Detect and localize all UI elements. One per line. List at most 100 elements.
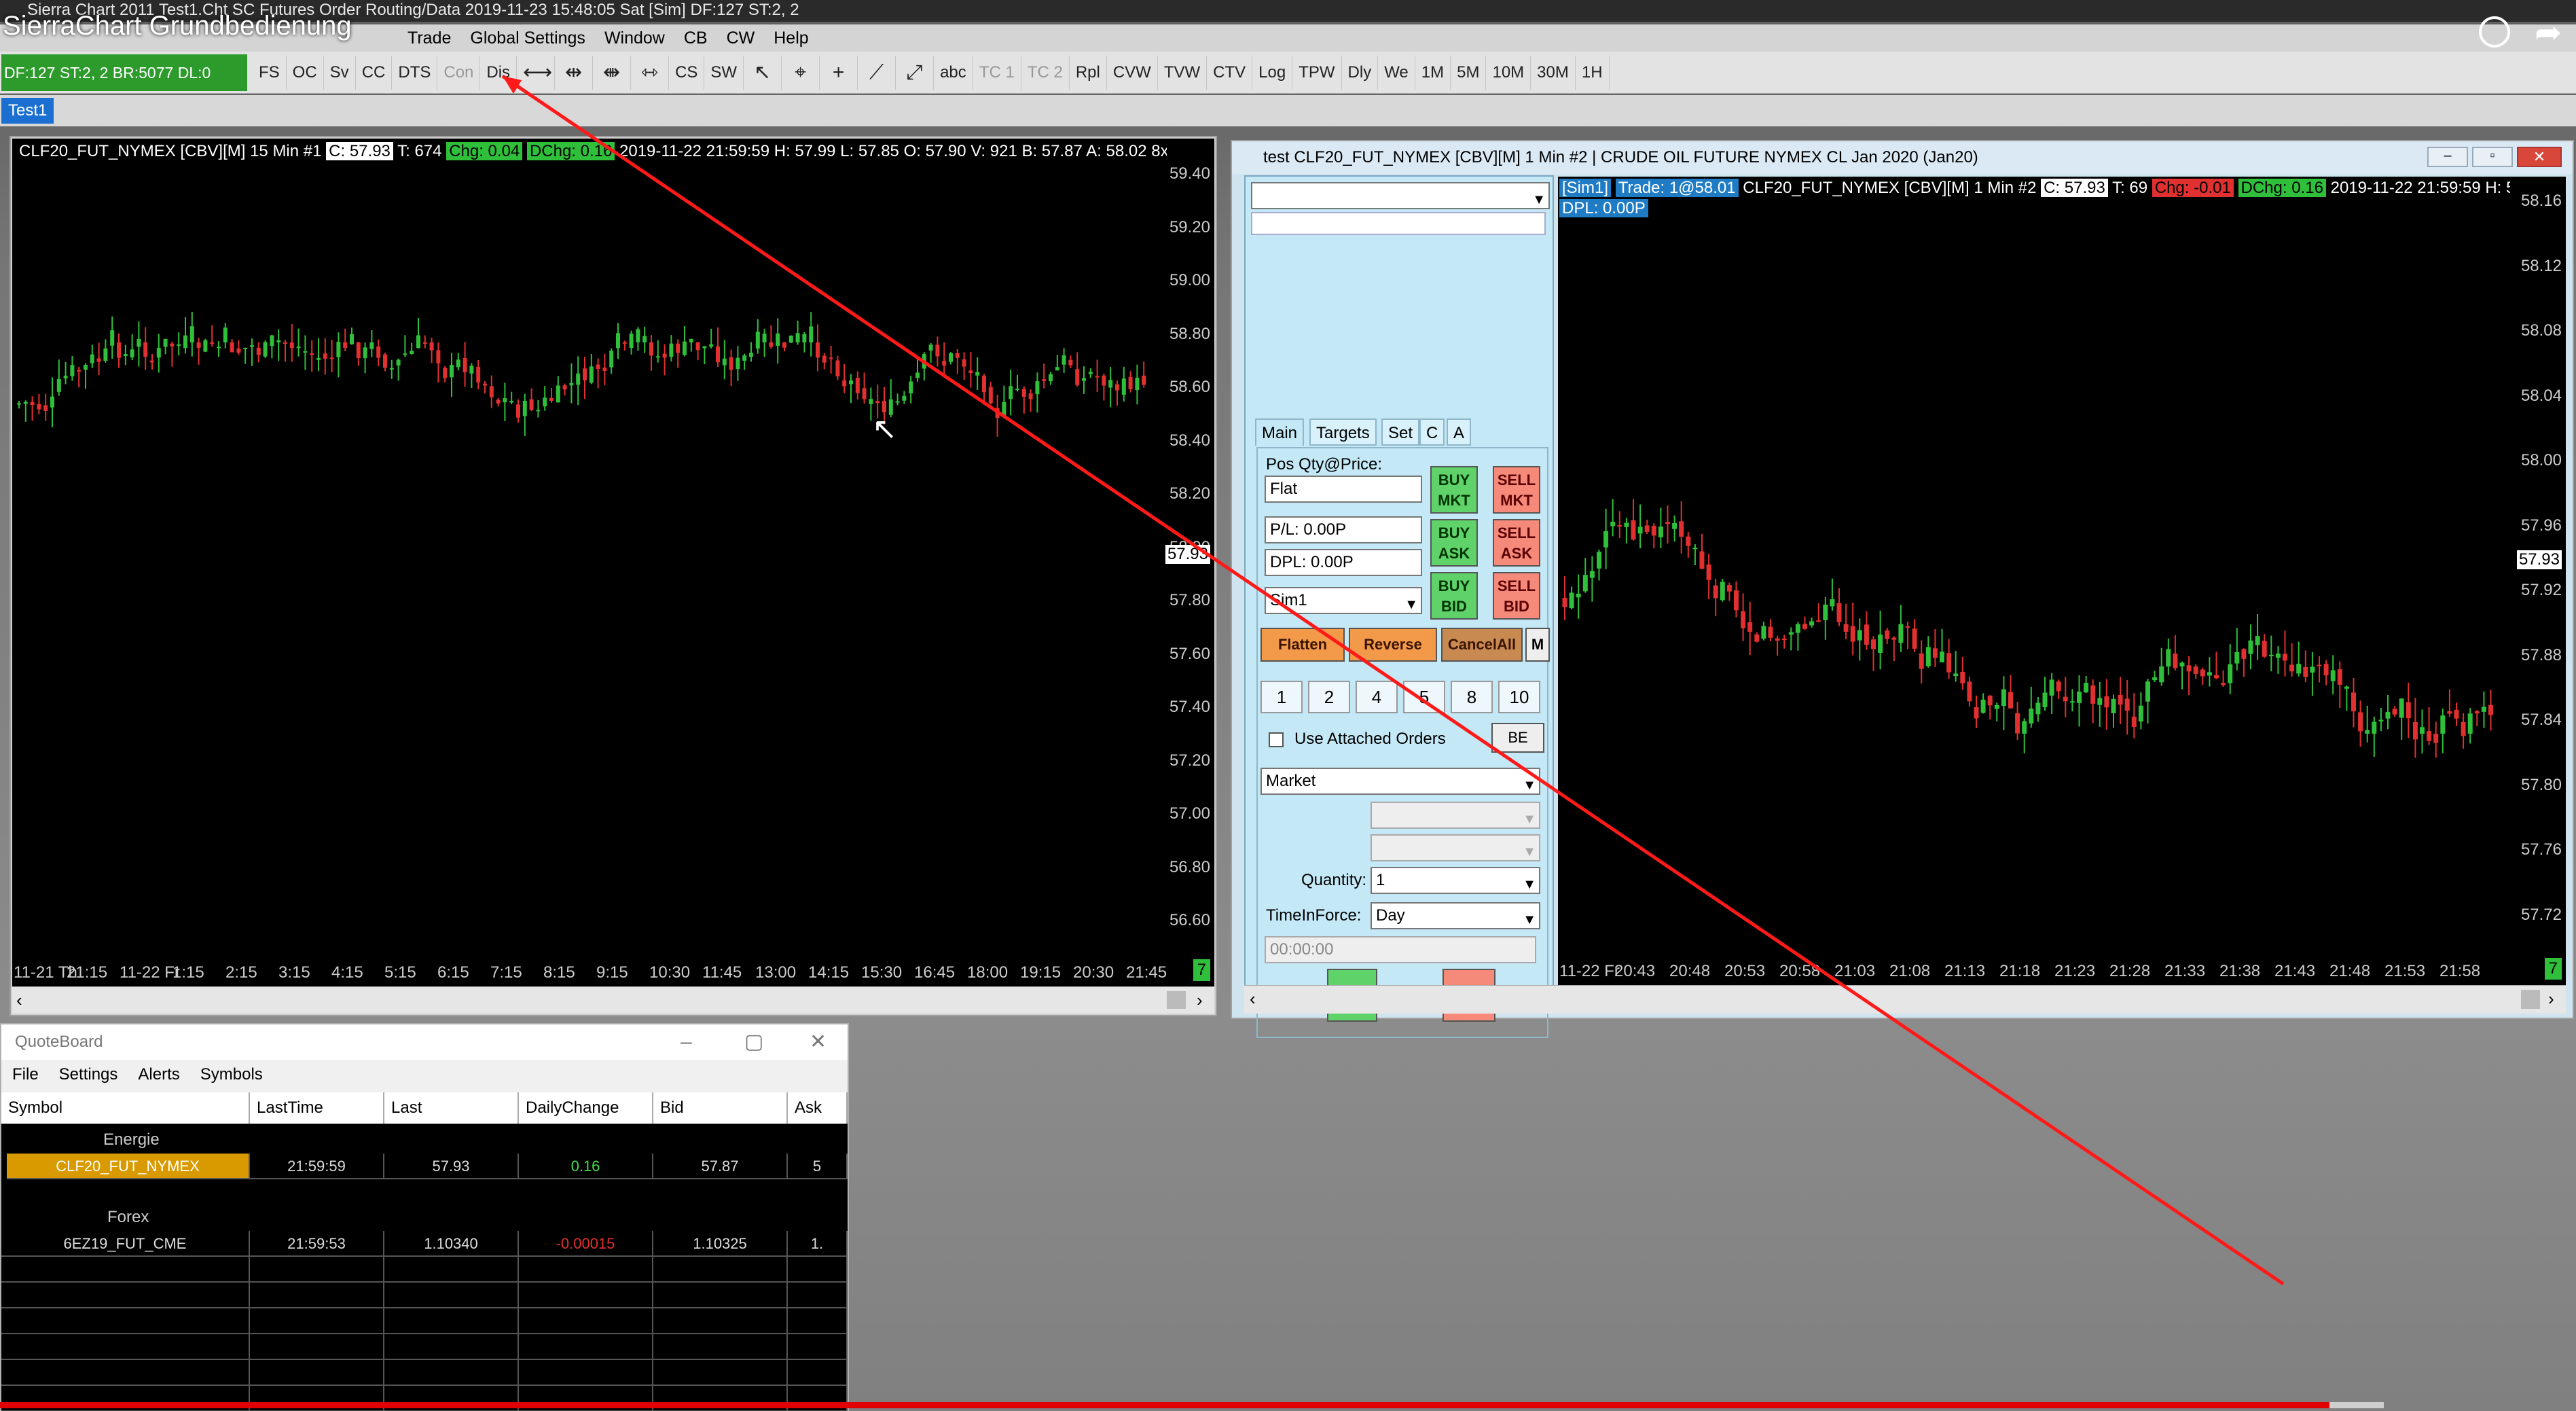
toolbar-cc-button[interactable]: CC <box>356 55 393 90</box>
qty-4-button[interactable]: 4 <box>1356 681 1398 713</box>
chart2-scroll-thumb[interactable] <box>2521 990 2540 1009</box>
quantity-select[interactable]: 1 ▼ <box>1371 867 1540 894</box>
toolbar-fs-button[interactable]: FS <box>253 55 287 90</box>
buy-bid-button[interactable]: BUY BID <box>1430 572 1478 620</box>
qb-menu-symbols[interactable]: Symbols <box>200 1065 263 1084</box>
menu-cw[interactable]: CW <box>727 29 755 48</box>
toolbar-1h-button[interactable]: 1H <box>1576 55 1610 90</box>
chart1-horizontal-scrollbar[interactable]: ‹ › <box>12 986 1214 1014</box>
sell-bid-button[interactable]: SELL BID <box>1493 572 1540 620</box>
time-in-force-select[interactable]: Day ▼ <box>1371 902 1540 929</box>
scroll-right-icon[interactable]: › <box>2548 988 2554 1010</box>
buy-ask-button[interactable]: BUY ASK <box>1430 519 1478 567</box>
toolbar-cs-button[interactable]: CS <box>669 55 705 90</box>
cursor-cross-icon[interactable]: + <box>820 55 858 90</box>
qty-8-button[interactable]: 8 <box>1451 681 1493 713</box>
scroll-left-icon[interactable]: ‹ <box>16 990 22 1011</box>
share-icon[interactable]: ➦ <box>2535 14 2562 52</box>
m-button[interactable]: M <box>1525 628 1550 662</box>
table-row-symbol[interactable]: CLF20_FUT_NYMEX <box>7 1154 250 1179</box>
toolbar-dly-button[interactable]: Dly <box>1342 55 1379 90</box>
scale-icon[interactable]: ⇼ <box>593 55 632 90</box>
crosshair-icon[interactable]: ⌖ <box>782 55 820 90</box>
chart1-price-axis[interactable]: 59.4059.2059.0058.8058.6058.4058.2058.00… <box>1165 139 1214 959</box>
qb-menu-alerts[interactable]: Alerts <box>138 1065 179 1084</box>
flatten-button[interactable]: Flatten <box>1260 628 1345 662</box>
sell-market-button[interactable]: SELL MKT <box>1493 466 1540 514</box>
menu-window[interactable]: Window <box>604 29 665 48</box>
scroll-left-icon[interactable]: ‹ <box>1250 988 1256 1010</box>
toolbar-tpw-button[interactable]: TPW <box>1292 55 1342 90</box>
ray-tool-icon[interactable]: ⤢ <box>896 55 935 90</box>
maximize-icon[interactable]: ▢ <box>744 1024 763 1060</box>
menu-help[interactable]: Help <box>774 29 808 48</box>
toolbar-tc2-button[interactable]: TC 2 <box>1021 55 1070 90</box>
toolbar-tvw-button[interactable]: TVW <box>1158 55 1208 90</box>
menu-trade[interactable]: Trade <box>407 29 451 48</box>
toolbar-we-button[interactable]: We <box>1378 55 1415 90</box>
pointer-icon[interactable]: ↖ <box>744 55 782 90</box>
qty-10-button[interactable]: 10 <box>1498 681 1540 713</box>
price1-select[interactable]: ▼ <box>1371 802 1540 829</box>
table-row-symbol[interactable]: 6EZ19_FUT_CME <box>1 1231 250 1257</box>
toolbar-log-button[interactable]: Log <box>1252 55 1293 90</box>
toolbar-1m-button[interactable]: 1M <box>1415 55 1451 90</box>
col-bid[interactable]: Bid <box>653 1092 788 1124</box>
use-attached-orders-checkbox[interactable] <box>1269 732 1284 747</box>
minimize-icon[interactable]: – <box>681 1024 692 1060</box>
account-select[interactable]: Sim1 ▼ <box>1265 587 1422 614</box>
qty-1-button[interactable]: 1 <box>1260 681 1303 713</box>
toolbar-rpl-button[interactable]: Rpl <box>1070 55 1107 90</box>
col-symbol[interactable]: Symbol <box>1 1092 250 1124</box>
chart1-time-axis[interactable]: 11-21 Th 21:15 11-22 Fr 1:15 2:15 3:15 4:15 5:1… <box>12 959 1214 986</box>
spacing-icon[interactable]: ⇹ <box>555 55 594 90</box>
toolbar-ctv-button[interactable]: CTV <box>1207 55 1253 90</box>
maximize-icon[interactable]: ▫ <box>2472 147 2513 167</box>
col-last[interactable]: Last <box>384 1092 519 1124</box>
tab-a[interactable]: A <box>1447 418 1472 446</box>
menu-global-settings[interactable]: Global Settings <box>470 29 585 48</box>
chart1-plot-area[interactable]: CLF20_FUT_NYMEX [CBV][M] 15 Min #1 C: 57… <box>12 139 1167 959</box>
line-tool-icon[interactable]: ⟋ <box>858 55 896 90</box>
toolbar-con-button[interactable]: Con <box>437 55 481 90</box>
tab-c[interactable]: C <box>1419 418 1445 446</box>
close-icon[interactable]: ✕ <box>810 1024 827 1060</box>
toolbar-sv-button[interactable]: Sv <box>324 55 356 90</box>
clock-icon[interactable] <box>2479 16 2510 48</box>
chart-shift-icon[interactable]: ⟷ <box>517 55 556 90</box>
toolbar-cvw-button[interactable]: CVW <box>1107 55 1158 90</box>
tab-set[interactable]: Set <box>1381 418 1420 446</box>
toolbar-sw-button[interactable]: SW <box>704 55 744 90</box>
buy-market-button[interactable]: BUY MKT <box>1430 466 1478 514</box>
chart2-horizontal-scrollbar[interactable]: ‹ › <box>1244 985 2566 1014</box>
minimize-icon[interactable]: – <box>2427 147 2468 167</box>
qb-menu-settings[interactable]: Settings <box>59 1065 118 1084</box>
toolbar-oc-button[interactable]: OC <box>287 55 324 90</box>
tab-main[interactable]: Main <box>1255 418 1305 446</box>
symbol-select[interactable]: ▼ <box>1251 182 1550 209</box>
menu-cb[interactable]: CB <box>684 29 708 48</box>
chart2-price-axis[interactable]: 58.16 58.12 58.08 58.04 58.00 57.96 57.92 57.88… <box>2511 177 2566 988</box>
order-type-select[interactable]: Market ▼ <box>1260 768 1540 795</box>
qty-2-button[interactable]: 2 <box>1308 681 1350 713</box>
chart2-time-axis[interactable]: 11-22 Fr 20:43 20:48 20:53 20:58 21:03 21:08 21… <box>1558 958 2566 985</box>
cancel-all-button[interactable]: CancelAll <box>1441 628 1523 662</box>
be-button[interactable]: BE <box>1491 723 1544 753</box>
col-dailychange[interactable]: DailyChange <box>519 1092 653 1124</box>
toolbar-dts-button[interactable]: DTS <box>392 55 438 90</box>
tab-test1[interactable]: Test1 <box>1 98 54 124</box>
scroll-right-icon[interactable]: › <box>1197 990 1203 1011</box>
toolbar-tc1-button[interactable]: TC 1 <box>973 55 1021 90</box>
toolbar-5m-button[interactable]: 5M <box>1451 55 1487 90</box>
col-lasttime[interactable]: LastTime <box>250 1092 384 1124</box>
chart1-scroll-thumb[interactable] <box>1167 991 1186 1009</box>
toolbar-30m-button[interactable]: 30M <box>1531 55 1576 90</box>
chart2-plot-area[interactable]: [Sim1] Trade: 1@58.01 CLF20_FUT_NYMEX [C… <box>1558 177 2511 958</box>
qty-5-button[interactable]: 5 <box>1403 681 1445 713</box>
col-ask[interactable]: Ask <box>788 1092 848 1124</box>
close-icon[interactable]: ✕ <box>2517 147 2562 167</box>
toolbar-dis-button[interactable]: Dis <box>480 55 518 90</box>
sell-ask-button[interactable]: SELL ASK <box>1493 519 1540 567</box>
compress-icon[interactable]: ⇿ <box>631 55 670 90</box>
time-field[interactable]: 00:00:00 <box>1265 936 1536 963</box>
